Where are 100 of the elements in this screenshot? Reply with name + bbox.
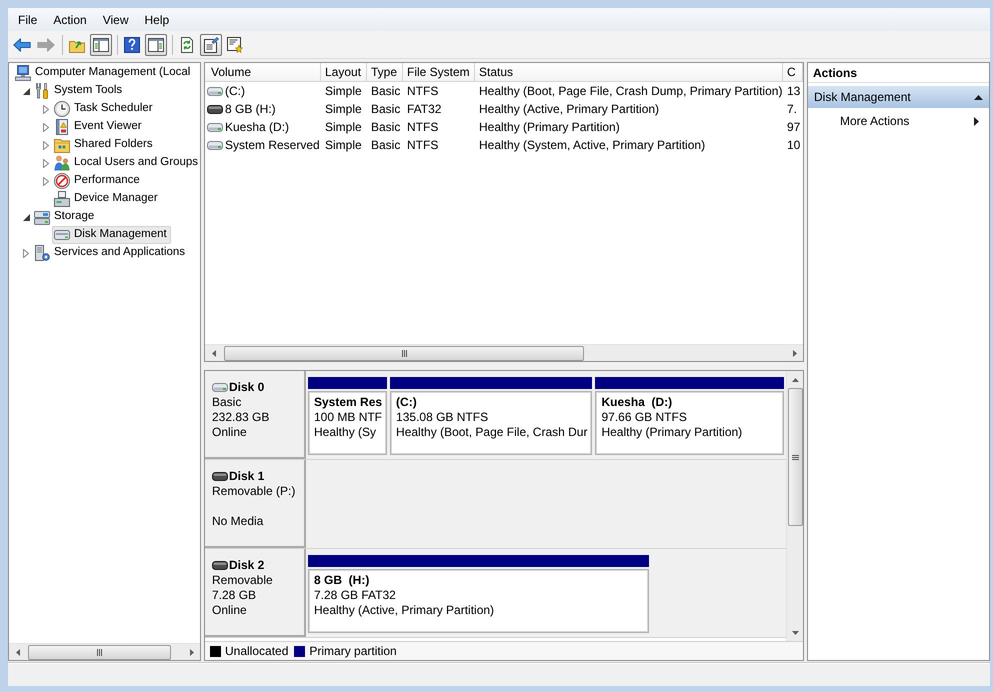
disk-name: Disk 0 [229, 380, 264, 394]
disk-size: 7.28 GB [212, 588, 258, 603]
drive-icon [207, 140, 223, 150]
tree-item[interactable]: Services and Applications [32, 244, 190, 262]
menu-item[interactable]: Help [136, 10, 178, 30]
partition-status: Healthy (Boot, Page File, Crash Dur [396, 425, 588, 440]
partition-status: Healthy (Primary Partition) [601, 425, 744, 440]
tree-item[interactable]: Performance [52, 172, 144, 190]
table-cell-text: System Reserved [225, 137, 320, 154]
horizontal-scrollbar[interactable] [9, 643, 200, 660]
tools-icon [34, 83, 50, 99]
tree-item[interactable]: Disk Management [52, 226, 171, 244]
disk-status: Online [212, 603, 248, 618]
table-cell-text: 13 [786, 83, 802, 100]
table-cell-text: (C:) [225, 83, 245, 100]
scroll-down-icon[interactable] [792, 630, 798, 634]
users-icon [54, 155, 70, 171]
section-header[interactable]: Disk Management [808, 86, 989, 108]
forward-arrow-icon [37, 38, 55, 52]
disk-info-panel[interactable]: Disk 0 Basic 232.83 GB Online [205, 371, 306, 459]
action-item[interactable]: More Actions [808, 109, 989, 133]
partition-box[interactable]: System Res 100 MB NTF Healthy (Sy [308, 391, 388, 455]
tree-item[interactable]: Device Manager [52, 190, 162, 208]
collapse-triangle-icon[interactable] [22, 88, 30, 94]
disk-info-panel[interactable]: Disk 2 Removable 7.28 GB Online [205, 549, 306, 637]
scroll-up-icon[interactable] [792, 378, 798, 382]
device-icon [54, 191, 70, 207]
scroll-right-icon[interactable] [190, 648, 194, 656]
page-pencil-icon [203, 36, 219, 52]
table-cell-text: NTFS [406, 83, 440, 100]
partition-size: 97.66 GB NTFS [601, 410, 688, 425]
table-cell-text: NTFS [406, 119, 440, 136]
table-cell-text: Healthy (Boot, Page File, Crash Dump, Primary Partition) [478, 83, 783, 100]
table-cell-text: Simple [324, 83, 363, 100]
expand-triangle-icon[interactable] [43, 176, 49, 186]
tree-item[interactable]: Computer Management (Local [13, 64, 194, 82]
grip-icon [402, 350, 406, 356]
help-icon [124, 36, 140, 52]
clock-icon [54, 101, 70, 117]
scroll-left-icon[interactable] [16, 648, 20, 656]
partition-size: 135.08 GB NTFS [396, 410, 490, 425]
tree-item[interactable]: Task Scheduler [52, 100, 157, 118]
scroll-right-icon[interactable] [792, 350, 796, 356]
disk-status: Online [212, 425, 248, 440]
expand-triangle-icon[interactable] [43, 158, 49, 168]
collapse-triangle-icon[interactable] [974, 94, 983, 100]
table-cell-text: Basic [370, 83, 402, 100]
table-cell-text: NTFS [406, 137, 440, 154]
disk-name: Disk 2 [229, 558, 264, 572]
table-cell-text: 8 GB (H:) [225, 101, 276, 118]
partition-box[interactable]: Kuesha (D:) 97.66 GB NTFS Healthy (Primary Partition) [595, 391, 784, 455]
expand-triangle-icon[interactable] [43, 104, 49, 114]
disk-type: Removable (P:) [212, 484, 296, 499]
menu-item[interactable]: File [10, 10, 46, 30]
tree-item[interactable]: System Tools [32, 82, 126, 100]
table-cell-text: 10 [786, 137, 802, 154]
disk-type: Basic [212, 395, 242, 410]
table-cell-text: Simple [324, 101, 363, 118]
removable-drive-icon [212, 472, 228, 480]
scroll-left-icon[interactable] [212, 350, 216, 356]
tree-item[interactable]: Shared Folders [52, 136, 157, 154]
scrollbar-thumb[interactable] [788, 388, 802, 526]
stacked-drives-icon [34, 209, 50, 225]
vertical-scrollbar[interactable] [786, 371, 803, 641]
left-pane-window-icon [93, 36, 109, 52]
properties-button[interactable] [200, 34, 222, 56]
menu-item[interactable]: Action [45, 10, 95, 30]
horizontal-scrollbar[interactable] [205, 344, 803, 361]
partition-name: Kuesha (D:) [601, 395, 674, 410]
scrollbar-thumb[interactable] [28, 644, 171, 660]
removable-drive-icon [207, 104, 223, 114]
partition-status: Healthy (Active, Primary Partition) [314, 603, 496, 618]
show-actions-button[interactable] [145, 34, 167, 56]
expand-triangle-icon[interactable] [23, 248, 29, 258]
prohibition-sign-icon [54, 173, 70, 189]
tree-item[interactable]: Storage [32, 208, 98, 226]
scrollbar-thumb[interactable] [224, 346, 584, 360]
disk-info-panel[interactable]: Disk 1 Removable (P:) No Media [205, 460, 306, 548]
tree-item[interactable]: Local Users and Groups [52, 154, 200, 172]
partition-box[interactable]: 8 GB (H:) 7.28 GB FAT32 Healthy (Active, Primary Partition) [308, 569, 649, 633]
table-cell-text: Healthy (Primary Partition) [478, 119, 621, 136]
disk-drive-icon [54, 227, 70, 243]
folder-icon [54, 137, 70, 153]
show-tree-button[interactable] [90, 34, 112, 56]
partition-box[interactable]: (C:) 135.08 GB NTFS Healthy (Boot, Page File, Crash Dur [390, 391, 592, 455]
pane-title: Actions [808, 63, 989, 83]
partition-size: 100 MB NTF [314, 410, 382, 425]
partition-size: 7.28 GB FAT32 [314, 588, 397, 603]
table-cell-text: Simple [324, 119, 363, 136]
partition-status: Healthy (Sy [314, 425, 378, 440]
disk-name: Disk 1 [229, 468, 264, 484]
expand-triangle-icon[interactable] [43, 122, 49, 132]
grip-icon [97, 648, 102, 656]
disk-status: No Media [212, 514, 264, 529]
expand-triangle-icon[interactable] [43, 140, 49, 150]
menu-item[interactable]: View [94, 10, 136, 30]
table-cell-text: 7. [786, 101, 798, 118]
table-cell-text: Basic [370, 119, 402, 136]
tree-item[interactable]: Event Viewer [52, 118, 146, 136]
collapse-triangle-icon[interactable] [22, 214, 30, 220]
